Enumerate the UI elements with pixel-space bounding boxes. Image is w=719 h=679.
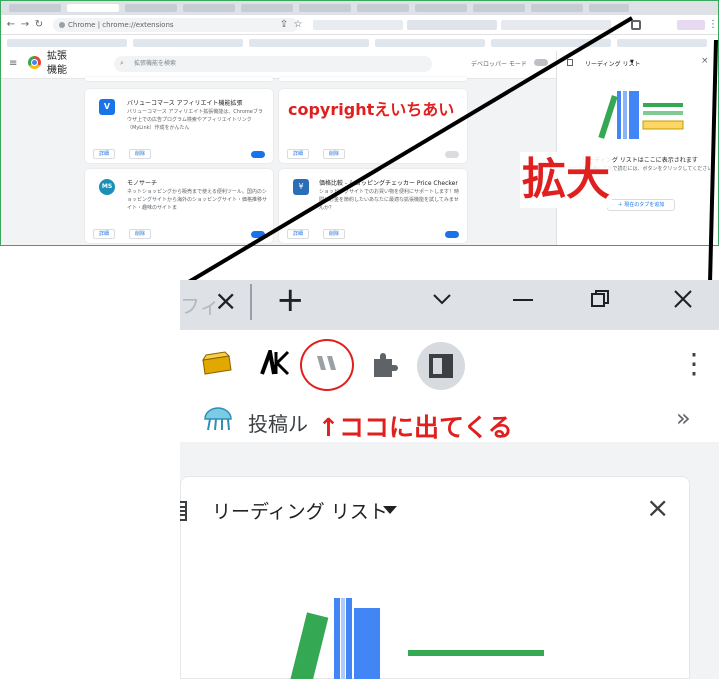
close-tab-icon[interactable]: × [214,284,237,317]
bookmark-label[interactable]: 投稿ル [248,408,308,437]
minimize-icon[interactable] [513,299,533,301]
lunchbox-extension-icon[interactable] [200,350,234,376]
extensions-puzzle-icon[interactable] [370,350,398,378]
menu-kebab-icon[interactable]: ⋮ [680,344,708,384]
highlight-circle [300,339,354,391]
side-panel-button[interactable] [417,342,465,390]
more-bookmarks-icon[interactable]: » [676,404,691,432]
reading-list-dropdown-icon[interactable] [382,505,398,515]
arrow-annotation: ↑ココに出てくる [318,413,513,442]
reading-list-icon [180,501,187,521]
tab-divider [250,284,252,320]
new-tab-icon[interactable]: + [276,280,305,320]
ak-extension-icon[interactable] [260,350,290,376]
side-panel-icon [429,354,453,378]
jellyfish-bookmark-icon[interactable] [202,406,234,432]
reading-list-illustration-zoomed [287,598,544,679]
reading-list-title: リーディング リスト [212,501,388,523]
tab-search-chevron-icon[interactable] [432,292,452,306]
zoomed-toolbar-screenshot: フィ × + ⋮ 投稿ル ↑ココに出てくる » リーディング リスト × [180,280,719,679]
close-panel-icon[interactable]: × [646,491,669,524]
close-window-icon[interactable] [673,289,693,309]
restore-icon[interactable] [590,289,610,309]
